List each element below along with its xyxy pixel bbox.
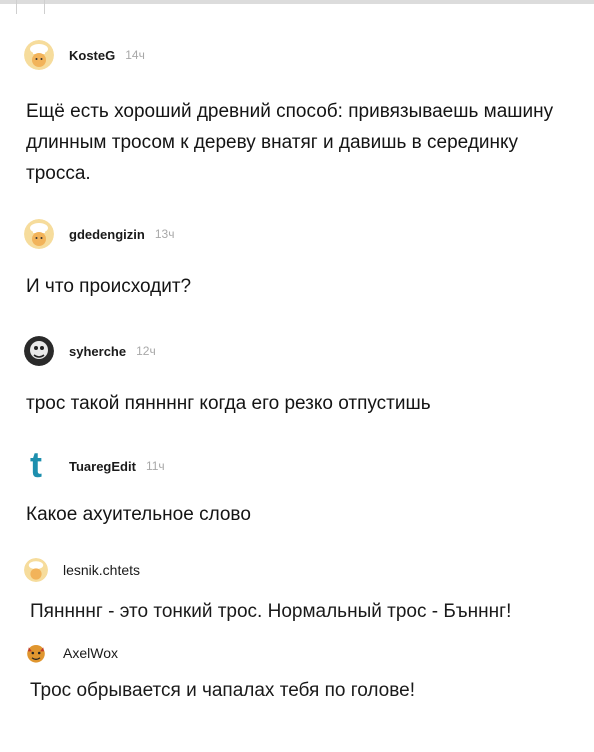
comment-text: Пяннннг - это тонкий трос. Нормальный тр… xyxy=(30,601,512,622)
devil-avatar-icon[interactable] xyxy=(24,641,48,665)
comment-author[interactable]: gdedengizin xyxy=(69,227,145,242)
chef-avatar-icon[interactable] xyxy=(24,219,54,249)
top-divider xyxy=(0,0,594,4)
comment-header: t TuaregEdit 11ч xyxy=(24,451,165,481)
comment-text: Ещё есть хороший древний способ: привязы… xyxy=(26,101,554,184)
letter-t-avatar-icon[interactable]: t xyxy=(24,451,54,481)
comment-header: lesnik.chtets xyxy=(24,558,140,582)
comment-text: трос такой пяннннг когда его резко отпус… xyxy=(26,393,431,414)
comment-header: syherche 12ч xyxy=(24,336,156,366)
comment-text: Трос обрывается и чапалах тебя по голове… xyxy=(30,680,415,701)
comment-header: AxelWox xyxy=(24,641,118,665)
comment-time[interactable]: 14ч xyxy=(125,48,145,62)
divider-tick xyxy=(16,0,17,14)
comment-author[interactable]: KosteG xyxy=(69,48,115,63)
comment-header: KosteG 14ч xyxy=(24,40,145,70)
comment-author[interactable]: AxelWox xyxy=(63,645,118,661)
svg-text:t: t xyxy=(30,451,42,481)
comment-author[interactable]: TuaregEdit xyxy=(69,459,136,474)
comment-time[interactable]: 11ч xyxy=(146,459,165,473)
comment-text: Какое ахуительное слово xyxy=(26,504,251,525)
chef-avatar-icon[interactable] xyxy=(24,40,54,70)
comment-header: gdedengizin 13ч xyxy=(24,219,174,249)
comment-author[interactable]: syherche xyxy=(69,344,126,359)
divider-tick xyxy=(44,0,45,14)
comment-time[interactable]: 12ч xyxy=(136,344,156,358)
chef-avatar-icon[interactable] xyxy=(24,558,48,582)
photo-avatar-icon[interactable] xyxy=(24,336,54,366)
comment-author[interactable]: lesnik.chtets xyxy=(63,562,140,578)
comment-time[interactable]: 13ч xyxy=(155,227,175,241)
comment-text: И что происходит? xyxy=(26,276,192,297)
